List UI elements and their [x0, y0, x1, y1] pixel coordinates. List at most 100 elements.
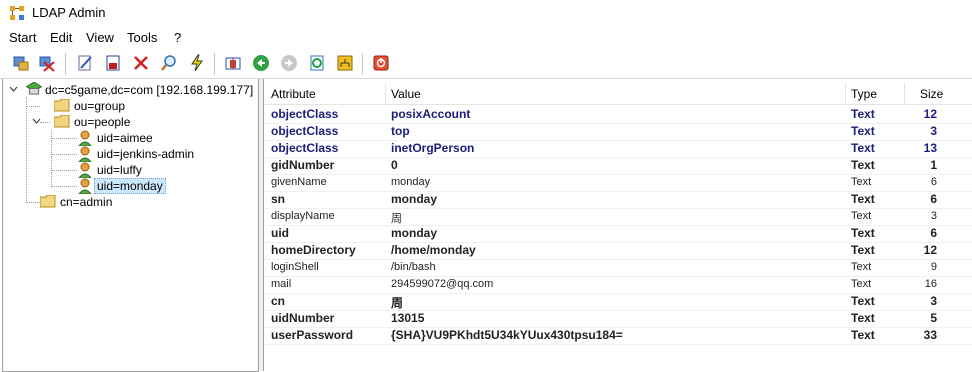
cell-attribute: objectClass: [271, 124, 339, 138]
cell-value: 周: [391, 213, 402, 225]
cell-type: Text: [851, 141, 875, 155]
menu-help[interactable]: ?: [174, 30, 181, 45]
attribute-grid[interactable]: Attribute Value Type Size objectClass pos…: [263, 79, 972, 371]
lightning-icon[interactable]: [188, 54, 206, 72]
cell-size: 12: [923, 243, 937, 257]
tree-node-root[interactable]: dc=c5game,dc=com [192.168.199.177]: [9, 82, 254, 98]
table-row[interactable]: sn monday Text 6: [264, 191, 972, 209]
tree-guide: [51, 138, 77, 139]
tree-guide: [51, 170, 77, 171]
delete-icon[interactable]: [132, 54, 150, 72]
column-divider[interactable]: [385, 83, 386, 104]
server-icon: [26, 82, 42, 95]
cell-attribute: objectClass: [271, 141, 339, 155]
cell-size: 1: [930, 158, 937, 172]
cell-size: 33: [923, 328, 937, 342]
user-icon: [78, 162, 92, 178]
cell-value: 周: [391, 296, 404, 310]
menu-tools[interactable]: Tools: [127, 30, 157, 45]
tree-label-people: ou=people: [74, 115, 131, 129]
schema-icon[interactable]: [336, 54, 354, 72]
tree-guide: [51, 186, 77, 187]
cell-attribute: gidNumber: [271, 158, 335, 172]
table-row[interactable]: displayName 周 Text 3: [264, 208, 972, 226]
cell-value: {SHA}VU9PKhdt5U34kYUux430tpsu184=: [391, 328, 623, 342]
column-header-type[interactable]: Type: [851, 87, 877, 101]
book-icon[interactable]: [224, 54, 242, 72]
tree-label-user: uid=luffy: [97, 163, 142, 177]
table-row[interactable]: loginShell/bin/bash Text 9: [264, 259, 972, 277]
cell-type: Text: [851, 176, 872, 188]
cell-type: Text: [851, 328, 875, 342]
cell-type: Text: [851, 192, 875, 206]
search-icon[interactable]: [160, 54, 178, 72]
user-icon: [78, 130, 92, 146]
tree-node-user[interactable]: uid=aimee: [77, 130, 227, 146]
chevron-down-icon[interactable]: [9, 85, 18, 94]
tree-node-group[interactable]: ou=group: [38, 98, 188, 114]
menu-edit[interactable]: Edit: [50, 30, 72, 45]
column-header-value[interactable]: Value: [391, 87, 421, 101]
back-icon[interactable]: [252, 54, 270, 72]
cell-value: top: [391, 124, 410, 138]
window-title: LDAP Admin: [32, 5, 106, 20]
tree-label-user: uid=monday: [94, 178, 166, 194]
connect-icon[interactable]: [12, 54, 30, 72]
tree-node-user[interactable]: uid=jenkins-admin: [77, 146, 227, 162]
table-row[interactable]: givenName monday Text 6: [264, 174, 972, 192]
cell-value: /bin/bash: [391, 261, 436, 273]
directory-tree[interactable]: dc=c5game,dc=com [192.168.199.177] ou=gr…: [2, 79, 259, 372]
cell-type: Text: [851, 311, 875, 325]
table-row[interactable]: uid monday Text 6: [264, 225, 972, 243]
menu-start[interactable]: Start: [9, 30, 36, 45]
tree-node-admin[interactable]: cn=admin: [38, 194, 188, 210]
forward-icon[interactable]: [280, 54, 298, 72]
cell-value: /home/monday: [391, 243, 476, 257]
column-header-attribute[interactable]: Attribute: [271, 87, 316, 101]
cell-value: inetOrgPerson: [391, 141, 475, 155]
menu-bar: Start Edit View Tools ?: [0, 27, 972, 47]
table-row[interactable]: objectClass top Text 3: [264, 123, 972, 141]
cell-type: Text: [851, 210, 872, 222]
edit-entry-icon[interactable]: [76, 54, 94, 72]
cell-size: 6: [930, 226, 937, 240]
chevron-down-icon[interactable]: [32, 117, 41, 126]
cell-type: Text: [851, 158, 875, 172]
table-row[interactable]: cn 周 Text 3: [264, 293, 972, 311]
cell-attribute: mail: [271, 278, 292, 290]
cell-attribute: loginShell: [271, 261, 319, 273]
title-bar: LDAP Admin: [0, 0, 972, 26]
table-row[interactable]: homeDirectory/home/monday Text 12: [264, 242, 972, 260]
menu-view[interactable]: View: [86, 30, 114, 45]
table-row[interactable]: objectClass inetOrgPerson Text 13: [264, 140, 972, 158]
cell-attribute: displayName: [271, 210, 335, 222]
table-row[interactable]: objectClass posixAccount Text 12: [264, 106, 972, 124]
table-row[interactable]: gidNumber 0 Text 1: [264, 157, 972, 175]
cell-type: Text: [851, 226, 875, 240]
tree-label-group: ou=group: [74, 99, 126, 113]
disconnect-icon[interactable]: [38, 54, 56, 72]
cell-size: 5: [930, 311, 937, 325]
table-row[interactable]: userPassword {SHA}VU9PKhdt5U34kYUux430tps…: [264, 327, 972, 345]
cell-size: 9: [930, 261, 937, 273]
save-icon[interactable]: [104, 54, 122, 72]
column-header-size[interactable]: Size: [920, 87, 943, 101]
cell-type: Text: [851, 278, 872, 290]
tree-node-user-selected[interactable]: uid=monday: [77, 178, 227, 194]
cell-value: 294599072@qq.com: [391, 278, 494, 290]
cell-attribute: userPassword: [271, 328, 354, 342]
exit-icon[interactable]: [372, 54, 390, 72]
refresh-icon[interactable]: [308, 54, 326, 72]
column-divider[interactable]: [845, 83, 846, 104]
toolbar-separator: [362, 53, 363, 75]
toolbar-separator: [214, 53, 215, 75]
column-divider[interactable]: [904, 83, 905, 104]
table-row[interactable]: mail 294599072@qq.com Text 16: [264, 276, 972, 294]
tree-node-people[interactable]: ou=people: [32, 114, 182, 130]
tree-node-user[interactable]: uid=luffy: [77, 162, 227, 178]
tree-guide: [51, 154, 77, 155]
folder-icon: [40, 195, 56, 208]
table-row[interactable]: uidNumber 13015 Text 5: [264, 310, 972, 328]
cell-type: Text: [851, 107, 875, 121]
cell-size: 3: [930, 294, 937, 308]
